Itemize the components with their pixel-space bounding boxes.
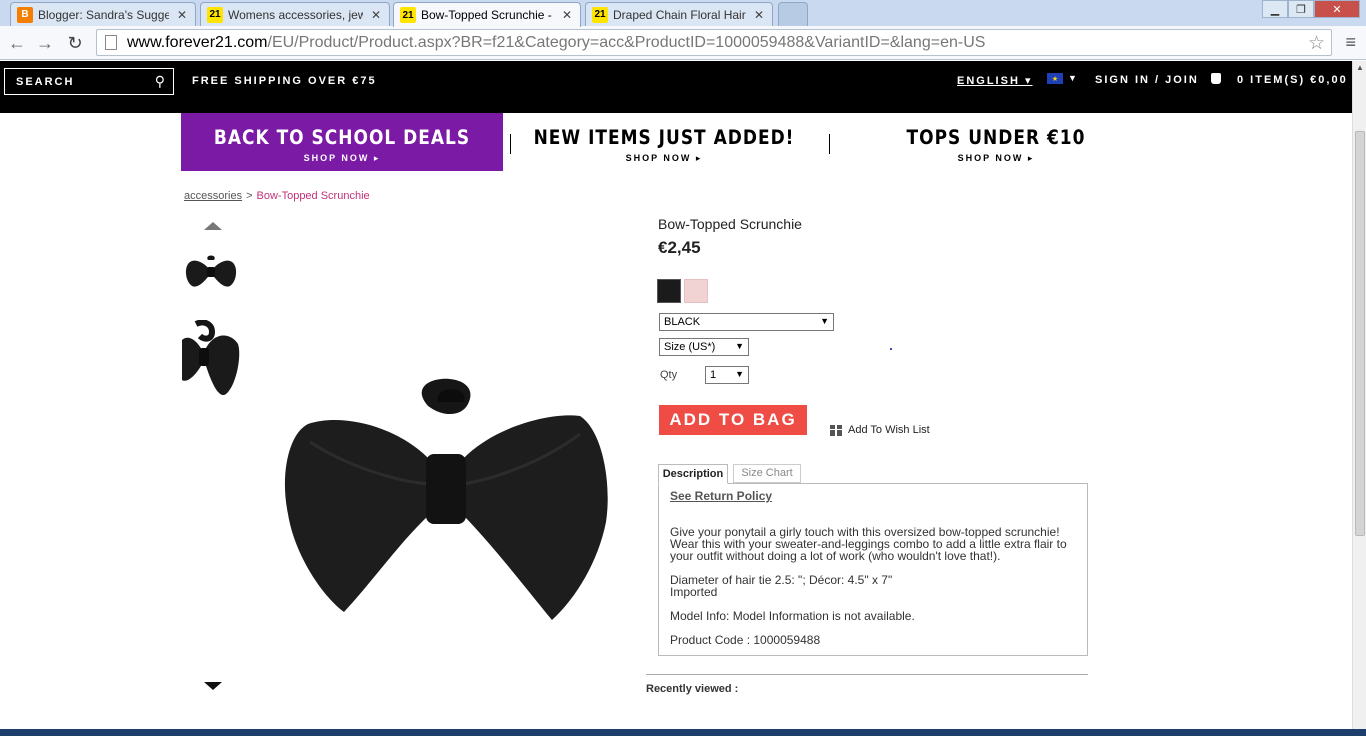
- promo-tops-under-10[interactable]: TOPS UNDER €10 SHOP NOW ▸: [840, 113, 1152, 171]
- page-icon: [105, 35, 117, 50]
- forward-icon[interactable]: →: [32, 30, 58, 56]
- gift-icon: [830, 424, 842, 436]
- quantity-select[interactable]: 1 ▼: [705, 366, 749, 384]
- tab-title: Blogger: Sandra's Suggest: [38, 7, 169, 22]
- close-icon[interactable]: ✕: [752, 8, 766, 22]
- browser-menu-icon[interactable]: ≡: [1345, 32, 1356, 53]
- window-close-icon[interactable]: ✕: [1314, 0, 1360, 18]
- tab-title: Womens accessories, jewe: [228, 7, 363, 22]
- divider: [510, 134, 511, 154]
- promo-back-to-school[interactable]: BACK TO SCHOOL DEALS SHOP NOW ▸: [181, 113, 503, 171]
- os-taskbar: [0, 729, 1366, 736]
- blogger-icon: B: [17, 6, 33, 23]
- tab-description[interactable]: Description: [658, 464, 728, 484]
- browser-toolbar: ← → ↻ www.forever21.com/EU/Product/Produ…: [0, 26, 1366, 60]
- qty-label: Qty: [660, 369, 678, 381]
- close-icon[interactable]: ✕: [175, 8, 189, 22]
- chevron-down-icon: ▼: [820, 316, 829, 326]
- return-policy-link[interactable]: See Return Policy: [670, 490, 1076, 502]
- product-title: Bow-Topped Scrunchie: [658, 216, 802, 232]
- close-icon[interactable]: ✕: [369, 8, 383, 22]
- browser-tab-womens-accessories[interactable]: 21 Womens accessories, jewe ✕: [200, 2, 390, 26]
- thumbnail-scroll-up-icon[interactable]: [204, 222, 222, 230]
- search-input[interactable]: SEARCH ⚲: [4, 68, 174, 95]
- color-swatch-black[interactable]: [657, 279, 681, 303]
- minimize-icon[interactable]: ▁: [1262, 0, 1288, 18]
- chevron-down-icon[interactable]: ▼: [1068, 73, 1077, 83]
- tab-size-chart[interactable]: Size Chart: [733, 464, 801, 483]
- promo-new-items[interactable]: NEW ITEMS JUST ADDED! SHOP NOW ▸: [512, 113, 816, 171]
- address-bar[interactable]: www.forever21.com/EU/Product/Product.asp…: [96, 29, 1332, 56]
- product-price: €2,45: [658, 238, 701, 257]
- color-swatch-pink[interactable]: [684, 279, 708, 303]
- product-main-image[interactable]: [280, 372, 612, 626]
- color-select-value: BLACK: [664, 316, 701, 328]
- loading-dot: [890, 348, 892, 350]
- tab-title: Bow-Topped Scrunchie -: [421, 8, 552, 22]
- reload-icon[interactable]: ↻: [62, 30, 88, 56]
- breadcrumb-accessories[interactable]: accessories: [184, 190, 242, 202]
- divider: [829, 134, 830, 154]
- model-info: Model Info: Model Information is not ava…: [670, 609, 915, 623]
- breadcrumb: accessories > Bow-Topped Scrunchie: [184, 190, 370, 202]
- add-to-bag-button[interactable]: ADD TO BAG: [659, 405, 807, 435]
- scroll-up-icon[interactable]: ▲: [1356, 63, 1364, 72]
- size-select[interactable]: Size (US*) ▼: [659, 338, 749, 356]
- site-header: SEARCH ⚲ FREE SHIPPING OVER €75 ENGLISH …: [0, 61, 1352, 113]
- add-to-wishlist-link[interactable]: Add To Wish List: [830, 424, 930, 436]
- eu-flag-icon[interactable]: ★: [1047, 73, 1063, 84]
- promo-shop-now[interactable]: SHOP NOW ▸: [840, 153, 1152, 164]
- language-selector[interactable]: ENGLISH ▾: [957, 74, 1032, 87]
- search-icon[interactable]: ⚲: [155, 73, 165, 90]
- promo-title: BACK TO SCHOOL DEALS: [213, 126, 471, 150]
- recently-viewed-heading: Recently viewed :: [646, 683, 739, 695]
- thumbnail-scroll-down-icon[interactable]: [204, 682, 222, 690]
- breadcrumb-separator: >: [246, 190, 253, 202]
- size-select-value: Size (US*): [664, 341, 716, 353]
- chevron-down-icon: ▼: [735, 369, 744, 379]
- url-text: www.forever21.com/EU/Product/Product.asp…: [127, 33, 986, 51]
- product-thumbnail-side[interactable]: [182, 320, 240, 402]
- promo-shop-now[interactable]: SHOP NOW ▸: [512, 153, 816, 164]
- breadcrumb-current[interactable]: Bow-Topped Scrunchie: [257, 190, 370, 202]
- quantity-value: 1: [710, 369, 717, 381]
- wishlist-label: Add To Wish List: [848, 424, 930, 436]
- scroll-thumb[interactable]: [1355, 131, 1365, 536]
- shopping-bag-icon[interactable]: [1211, 73, 1221, 84]
- sign-in-link[interactable]: SIGN IN / JOIN: [1095, 74, 1199, 86]
- free-shipping-banner: FREE SHIPPING OVER €75: [192, 75, 377, 87]
- maximize-icon[interactable]: ❐: [1288, 0, 1314, 18]
- description-panel: See Return Policy Give your ponytail a g…: [658, 483, 1088, 656]
- divider: [646, 674, 1088, 675]
- bag-summary[interactable]: 0 ITEM(S) €0,00: [1237, 74, 1348, 86]
- color-select[interactable]: BLACK ▼: [659, 313, 834, 331]
- forever21-icon: 21: [207, 6, 223, 23]
- product-dimensions: Diameter of hair tie 2.5: "; Décor: 4.5"…: [670, 573, 893, 587]
- page-scrollbar[interactable]: ▲: [1352, 61, 1366, 729]
- forever21-icon: 21: [592, 6, 608, 23]
- chevron-down-icon: ▼: [735, 341, 744, 351]
- new-tab-button[interactable]: [778, 2, 808, 26]
- product-code: Product Code : 1000059488: [670, 633, 821, 647]
- bookmark-star-icon[interactable]: ☆: [1308, 32, 1325, 55]
- search-placeholder: SEARCH: [16, 75, 75, 88]
- browser-tabstrip: B Blogger: Sandra's Suggest ✕ 21 Womens …: [0, 0, 1366, 27]
- product-description: Give your ponytail a girly touch with th…: [670, 525, 1067, 563]
- back-icon[interactable]: ←: [4, 30, 30, 56]
- promo-title: NEW ITEMS JUST ADDED!: [533, 126, 795, 150]
- browser-tab-blogger[interactable]: B Blogger: Sandra's Suggest ✕: [10, 2, 196, 26]
- promo-shop-now[interactable]: SHOP NOW ▸: [181, 153, 503, 164]
- browser-tab-bow-topped-scrunchie[interactable]: 21 Bow-Topped Scrunchie - ✕: [393, 2, 581, 27]
- tab-title: Draped Chain Floral Haircl: [613, 7, 746, 22]
- browser-tab-draped-chain[interactable]: 21 Draped Chain Floral Haircl ✕: [585, 2, 773, 26]
- product-thumbnail-front[interactable]: [184, 252, 238, 296]
- product-origin: Imported: [670, 585, 718, 599]
- promo-title: TOPS UNDER €10: [906, 126, 1086, 150]
- forever21-icon: 21: [400, 7, 416, 23]
- close-icon[interactable]: ✕: [560, 8, 574, 22]
